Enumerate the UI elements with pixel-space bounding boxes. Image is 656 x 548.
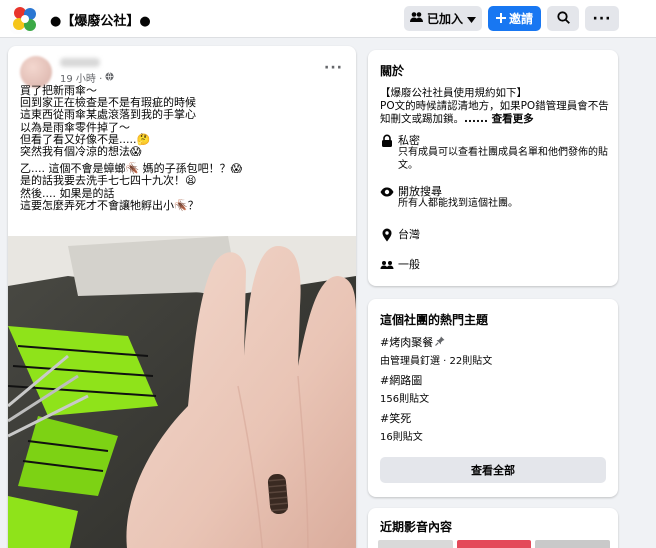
joined-label: 已加入 <box>426 12 463 26</box>
topic-subtitle: 16則貼文 <box>380 432 423 443</box>
topic-item[interactable]: #網路圖 156則貼文 <box>380 372 610 405</box>
topics-title: 這個社團的熱門主題 <box>380 313 489 327</box>
popular-topics-card: 這個社團的熱門主題 #烤肉聚餐 由管理員釘選 · 22則貼文 #網路圖 156則… <box>368 299 618 497</box>
author-name-blurred[interactable] <box>60 58 100 67</box>
privacy-description: 只有成員可以查看社團成員名單和他們發佈的貼文。 <box>398 147 608 171</box>
topic-item[interactable]: #烤肉聚餐 由管理員釘選 · 22則貼文 <box>380 334 610 367</box>
eye-icon <box>380 184 394 198</box>
media-title: 近期影音內容 <box>380 520 453 534</box>
lock-icon <box>380 133 394 147</box>
topic-item[interactable]: #笑死 16則貼文 <box>380 410 610 443</box>
see-more-link[interactable]: ...... 查看更多 <box>464 113 534 125</box>
media-thumbnail[interactable] <box>378 540 453 548</box>
post-text: 買了把新雨傘～ 回到家正在檢查是不是有瑕疵的時候 這東西從雨傘某處滾落到我的手掌… <box>20 84 350 212</box>
topic-subtitle: 156則貼文 <box>380 394 430 405</box>
invite-label: 邀請 <box>508 12 533 26</box>
invite-button[interactable]: 邀請 <box>488 6 541 31</box>
people-icon <box>409 11 423 26</box>
visibility-description: 所有人都能找到這個社團。 <box>398 198 518 209</box>
see-all-button[interactable]: 查看全部 <box>380 457 606 483</box>
group-icon <box>380 257 394 271</box>
topic-subtitle: 由管理員釘選 · 22則貼文 <box>380 356 493 367</box>
post-menu-icon[interactable]: ··· <box>324 60 343 76</box>
topic-tag[interactable]: #笑死 <box>380 410 411 426</box>
about-title: 關於 <box>380 64 405 78</box>
search-icon <box>556 9 570 28</box>
location-value: 台灣 <box>398 228 420 241</box>
globe-icon <box>105 71 114 84</box>
post-line: 這東西從雨傘某處滾落到我的手掌心 <box>20 108 196 122</box>
post-meta: 19 小時 · <box>60 70 114 85</box>
media-thumbnails <box>378 540 611 548</box>
caret-down-icon <box>467 12 476 26</box>
about-desc-line: PO文的時候請認清地方，如果PO錯管理員會不告 <box>380 100 609 112</box>
post-photo[interactable] <box>8 236 356 548</box>
about-description: 【爆廢公社社員使用規約如下】 PO文的時候請認清地方，如果PO錯管理員會不告 知… <box>380 87 614 126</box>
plus-icon <box>495 12 506 26</box>
more-options-button[interactable]: ··· <box>585 6 619 31</box>
post-line: 是的話我要去洗手七七四十九次！😫 <box>20 174 197 188</box>
search-button[interactable] <box>547 6 579 31</box>
group-header: ●【爆廢公社】● 已加入 邀請 ··· <box>0 0 656 38</box>
post-line: 然後.... 如果是的話 <box>20 186 115 200</box>
group-title[interactable]: ●【爆廢公社】● <box>50 10 151 29</box>
recent-media-card: 近期影音內容 <box>368 508 618 548</box>
category-value: 一般 <box>398 258 420 271</box>
media-thumbnail[interactable] <box>456 540 532 548</box>
joined-button[interactable]: 已加入 <box>404 6 482 31</box>
post-card: 19 小時 · ··· 買了把新雨傘～ 回到家正在檢查是不是有瑕疵的時候 這東西… <box>8 46 356 548</box>
about-desc-line: 【爆廢公社社員使用規約如下】 <box>380 87 527 99</box>
post-line: 以為是雨傘零件掉了～ <box>20 120 130 134</box>
about-card: 關於 【爆廢公社社員使用規約如下】 PO文的時候請認清地方，如果PO錯管理員會不… <box>368 50 618 286</box>
post-time[interactable]: 19 小時 · <box>60 70 102 85</box>
topic-tag[interactable]: #網路圖 <box>380 372 422 388</box>
media-thumbnail[interactable] <box>535 540 611 548</box>
more-icon: ··· <box>592 10 612 27</box>
group-logo[interactable] <box>10 4 40 34</box>
about-desc-line: 知刪文或踢加鎖。 <box>380 113 464 125</box>
pin-icon <box>435 336 445 349</box>
post-line: 突然我有個冷涼的想法😱 <box>20 145 142 159</box>
post-line: 這要怎麼弄死才不會讓牠孵出小🪳？ <box>20 198 199 212</box>
location-pin-icon <box>380 227 394 242</box>
topic-tag[interactable]: #烤肉聚餐 <box>380 334 433 350</box>
